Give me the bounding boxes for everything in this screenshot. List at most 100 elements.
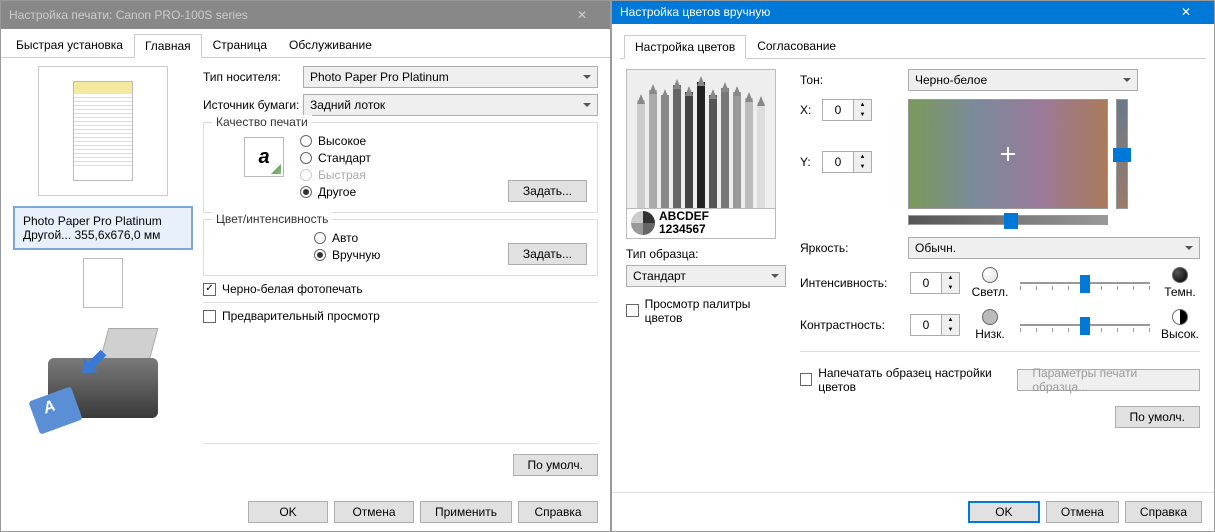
x-value[interactable]	[823, 100, 853, 120]
hue-bar[interactable]	[908, 215, 1108, 225]
tab-main[interactable]: Главная	[134, 34, 202, 58]
tabs-left: Быстрая установка Главная Страница Обслу…	[1, 29, 610, 58]
radio-manual[interactable]: Вручную	[314, 248, 508, 262]
paper-preview	[38, 66, 168, 196]
paper-source-select[interactable]: Задний лоток	[303, 94, 598, 116]
window-title-left: Настройка печати: Canon PRO-100S series	[9, 8, 562, 22]
content-left: Photo Paper Pro Platinum Другой... 355,6…	[1, 58, 610, 531]
color-set-button[interactable]: Задать...	[508, 243, 587, 265]
main-panel: Тип носителя: Photo Paper Pro Platinum И…	[203, 66, 598, 476]
quality-set-button[interactable]: Задать...	[508, 180, 587, 202]
preview-checkbox-row[interactable]: Предварительный просмотр	[203, 309, 598, 323]
print-sample-checkbox[interactable]	[800, 373, 812, 386]
blank-preview-icon	[83, 258, 123, 308]
ok-button-right[interactable]: OK	[968, 501, 1040, 523]
cancel-button-right[interactable]: Отмена	[1046, 501, 1119, 523]
bottom-buttons-right: OK Отмена Справка	[612, 492, 1214, 531]
printer-illustration	[33, 318, 173, 428]
print-settings-window: Настройка печати: Canon PRO-100S series …	[0, 0, 611, 532]
contrast-down[interactable]: ▼	[942, 325, 959, 335]
brightness-select[interactable]: Обычн.	[908, 237, 1200, 259]
sample-text: ABCDEF 1234567	[659, 210, 709, 236]
default-button-left[interactable]: По умолч.	[513, 454, 598, 476]
print-sample-label: Напечатать образец настройки цветов	[818, 366, 1017, 394]
apply-button-left[interactable]: Применить	[420, 501, 512, 523]
intensity-up[interactable]: ▲	[942, 273, 959, 283]
x-label: X:	[800, 103, 816, 117]
y-down[interactable]: ▼	[854, 162, 871, 172]
chevron-down-icon	[583, 103, 591, 111]
info-media: Photo Paper Pro Platinum	[23, 214, 183, 228]
color-field[interactable]	[908, 99, 1108, 209]
sample-type-select[interactable]: Стандарт	[626, 265, 786, 287]
brightness-value: Обычн.	[915, 241, 956, 255]
color-intensity-groupbox: Цвет/интенсивность Авто Вручную Задать..…	[203, 219, 598, 276]
paper-sheet-icon	[73, 81, 133, 181]
color-intensity-legend: Цвет/интенсивность	[212, 212, 332, 226]
radio-other[interactable]: Другое	[300, 185, 508, 199]
controls-column: Тон: Черно-белое X: ▲▼	[800, 69, 1200, 428]
tone-bar[interactable]	[1116, 99, 1128, 209]
sample-type-label: Тип образца:	[626, 247, 786, 261]
print-sample-checkbox-row[interactable]: Напечатать образец настройки цветов	[800, 366, 1017, 394]
palette-checkbox-row[interactable]: Просмотр палитры цветов	[626, 297, 786, 325]
low-contrast-icon	[982, 309, 998, 325]
separator	[203, 302, 598, 303]
tab-maintenance[interactable]: Обслуживание	[278, 33, 383, 57]
info-size: Другой... 355,6x676,0 мм	[23, 228, 183, 242]
bw-checkbox[interactable]	[203, 283, 216, 296]
contrast-value[interactable]	[911, 315, 941, 335]
tone-select[interactable]: Черно-белое	[908, 69, 1138, 91]
intensity-down[interactable]: ▼	[942, 283, 959, 293]
window-title-right: Настройка цветов вручную	[620, 5, 1166, 19]
help-button-right[interactable]: Справка	[1125, 501, 1202, 523]
x-spinner[interactable]: ▲▼	[822, 99, 872, 121]
radio-standard[interactable]: Стандарт	[300, 151, 508, 165]
radio-auto[interactable]: Авто	[314, 231, 508, 245]
tab-quick-setup[interactable]: Быстрая установка	[5, 33, 134, 57]
contrast-thumb[interactable]	[1080, 317, 1090, 335]
tab-page[interactable]: Страница	[202, 33, 278, 57]
y-spinner[interactable]: ▲▼	[822, 151, 872, 173]
ok-button-left[interactable]: OK	[248, 501, 328, 523]
separator	[203, 443, 598, 444]
intensity-thumb[interactable]	[1080, 275, 1090, 293]
hue-thumb[interactable]	[1004, 213, 1018, 229]
contrast-left-label: Низк.	[975, 327, 1004, 341]
tabs-right: Настройка цветов Согласование	[620, 30, 1206, 59]
y-up[interactable]: ▲	[854, 152, 871, 162]
tone-label: Тон:	[800, 73, 900, 87]
intensity-slider[interactable]	[1020, 282, 1150, 284]
cancel-button-left[interactable]: Отмена	[334, 501, 414, 523]
chevron-down-icon	[1123, 78, 1131, 86]
chevron-down-icon	[583, 75, 591, 83]
x-up[interactable]: ▲	[854, 100, 871, 110]
close-button-right[interactable]: ✕	[1166, 5, 1206, 19]
bw-label: Черно-белая фотопечать	[222, 282, 363, 296]
paper-source-label: Источник бумаги:	[203, 98, 303, 112]
chevron-down-icon	[1185, 246, 1193, 254]
default-button-right[interactable]: По умолч.	[1115, 406, 1200, 428]
x-down[interactable]: ▼	[854, 110, 871, 120]
contrast-slider[interactable]	[1020, 324, 1150, 326]
close-button-left[interactable]: ✕	[562, 8, 602, 22]
bottom-buttons-left: OK Отмена Применить Справка	[248, 501, 598, 523]
palette-checkbox[interactable]	[626, 304, 639, 317]
intensity-spinner[interactable]: ▲▼	[910, 272, 960, 294]
intensity-value[interactable]	[911, 273, 941, 293]
media-type-select[interactable]: Photo Paper Pro Platinum	[303, 66, 598, 88]
preview-checkbox[interactable]	[203, 310, 216, 323]
bw-checkbox-row[interactable]: Черно-белая фотопечать	[203, 282, 598, 296]
sample-type-value: Стандарт	[633, 269, 686, 283]
tab-matching[interactable]: Согласование	[746, 34, 847, 58]
radio-high[interactable]: Высокое	[300, 134, 508, 148]
contrast-up[interactable]: ▲	[942, 315, 959, 325]
tab-color-adjust[interactable]: Настройка цветов	[624, 35, 746, 59]
help-button-left[interactable]: Справка	[518, 501, 598, 523]
contrast-spinner[interactable]: ▲▼	[910, 314, 960, 336]
y-value[interactable]	[823, 152, 853, 172]
tone-thumb[interactable]	[1113, 148, 1131, 162]
titlebar-right: Настройка цветов вручную ✕	[612, 1, 1214, 24]
contrast-label: Контрастность:	[800, 318, 900, 332]
chevron-down-icon	[771, 274, 779, 282]
